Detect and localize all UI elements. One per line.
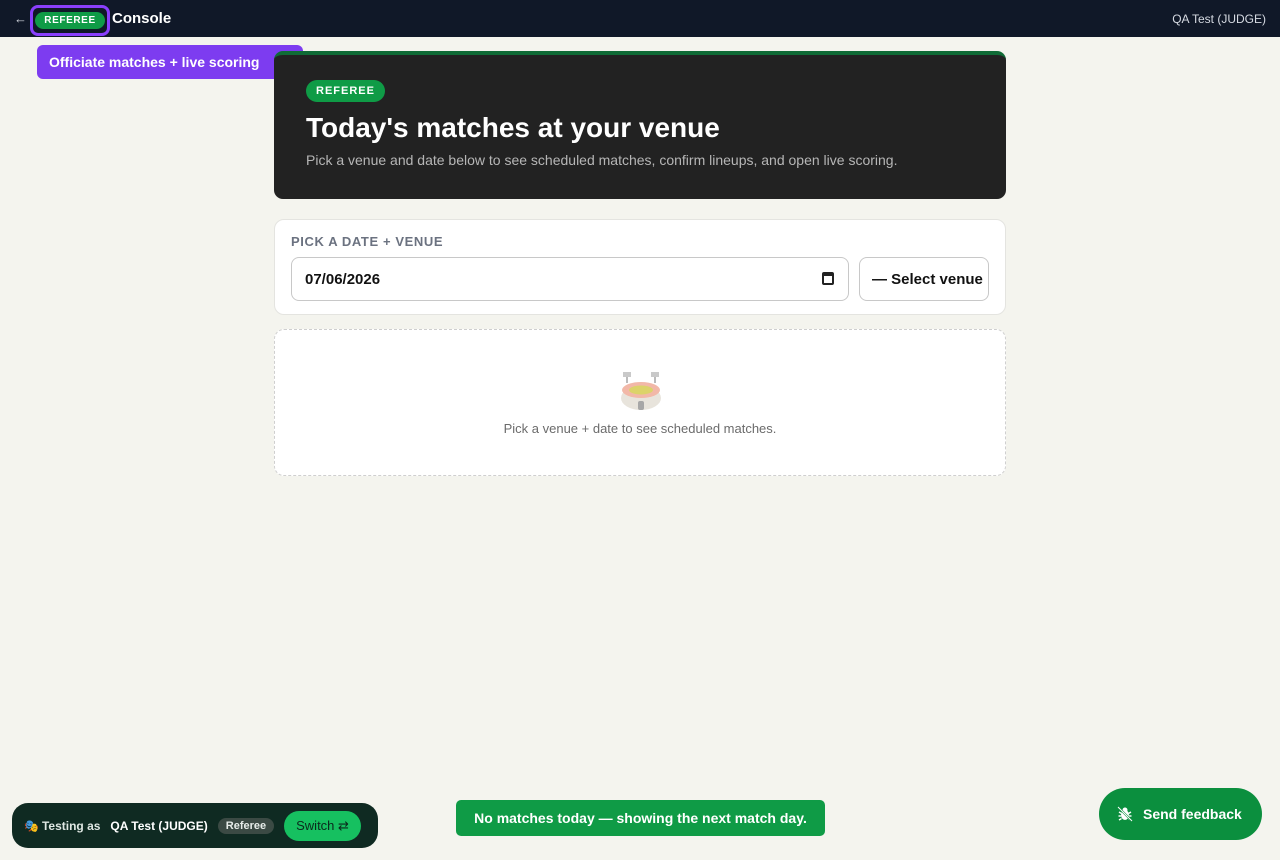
role-badge[interactable]: REFEREE <box>35 12 105 29</box>
date-input[interactable]: 07/06/2026 <box>291 257 849 301</box>
role-tooltip: Officiate matches + live scoring <box>37 45 303 79</box>
testing-as-bar: 🎭 Testing as QA Test (JUDGE) Referee Swi… <box>12 803 378 848</box>
testing-user-name: QA Test (JUDGE) <box>110 818 208 833</box>
bug-icon <box>1117 806 1133 822</box>
testing-role-chip: Referee <box>217 817 275 834</box>
empty-state-card: Pick a venue + date to see scheduled mat… <box>274 329 1006 476</box>
hero-role-badge: REFEREE <box>306 80 385 102</box>
role-badge-focus[interactable]: REFEREE <box>30 5 110 36</box>
date-value: 07/06/2026 <box>305 270 381 288</box>
send-feedback-label: Send feedback <box>1143 806 1242 822</box>
page-title: Today's matches at your venue <box>306 112 720 143</box>
top-bar: ← REFEREE Console QA Test (JUDGE) <box>0 0 1280 37</box>
stadium-icon <box>621 372 661 410</box>
venue-select[interactable]: — Select venue <box>859 257 989 301</box>
page-subtitle: Pick a venue and date below to see sched… <box>306 152 898 168</box>
info-toast: No matches today — showing the next matc… <box>456 800 825 836</box>
hero-banner: REFEREE Today's matches at your venue Pi… <box>274 51 1006 199</box>
send-feedback-button[interactable]: Send feedback <box>1099 788 1262 840</box>
back-arrow-icon[interactable]: ← <box>14 11 27 26</box>
testing-as-label: Testing as <box>41 818 101 833</box>
date-venue-picker: PICK A DATE + VENUE 07/06/2026 — Select … <box>274 219 1006 315</box>
venue-select-value: — Select venue <box>872 270 983 288</box>
empty-state-text: Pick a venue + date to see scheduled mat… <box>503 421 777 436</box>
switch-role-button[interactable]: Switch ⇄ <box>284 810 361 841</box>
calendar-icon[interactable] <box>822 272 834 285</box>
current-user-label: QA Test (JUDGE) <box>1172 12 1266 26</box>
console-title: Console <box>112 10 172 27</box>
mask-icon: 🎭 <box>24 818 39 833</box>
picker-label: PICK A DATE + VENUE <box>291 234 444 249</box>
